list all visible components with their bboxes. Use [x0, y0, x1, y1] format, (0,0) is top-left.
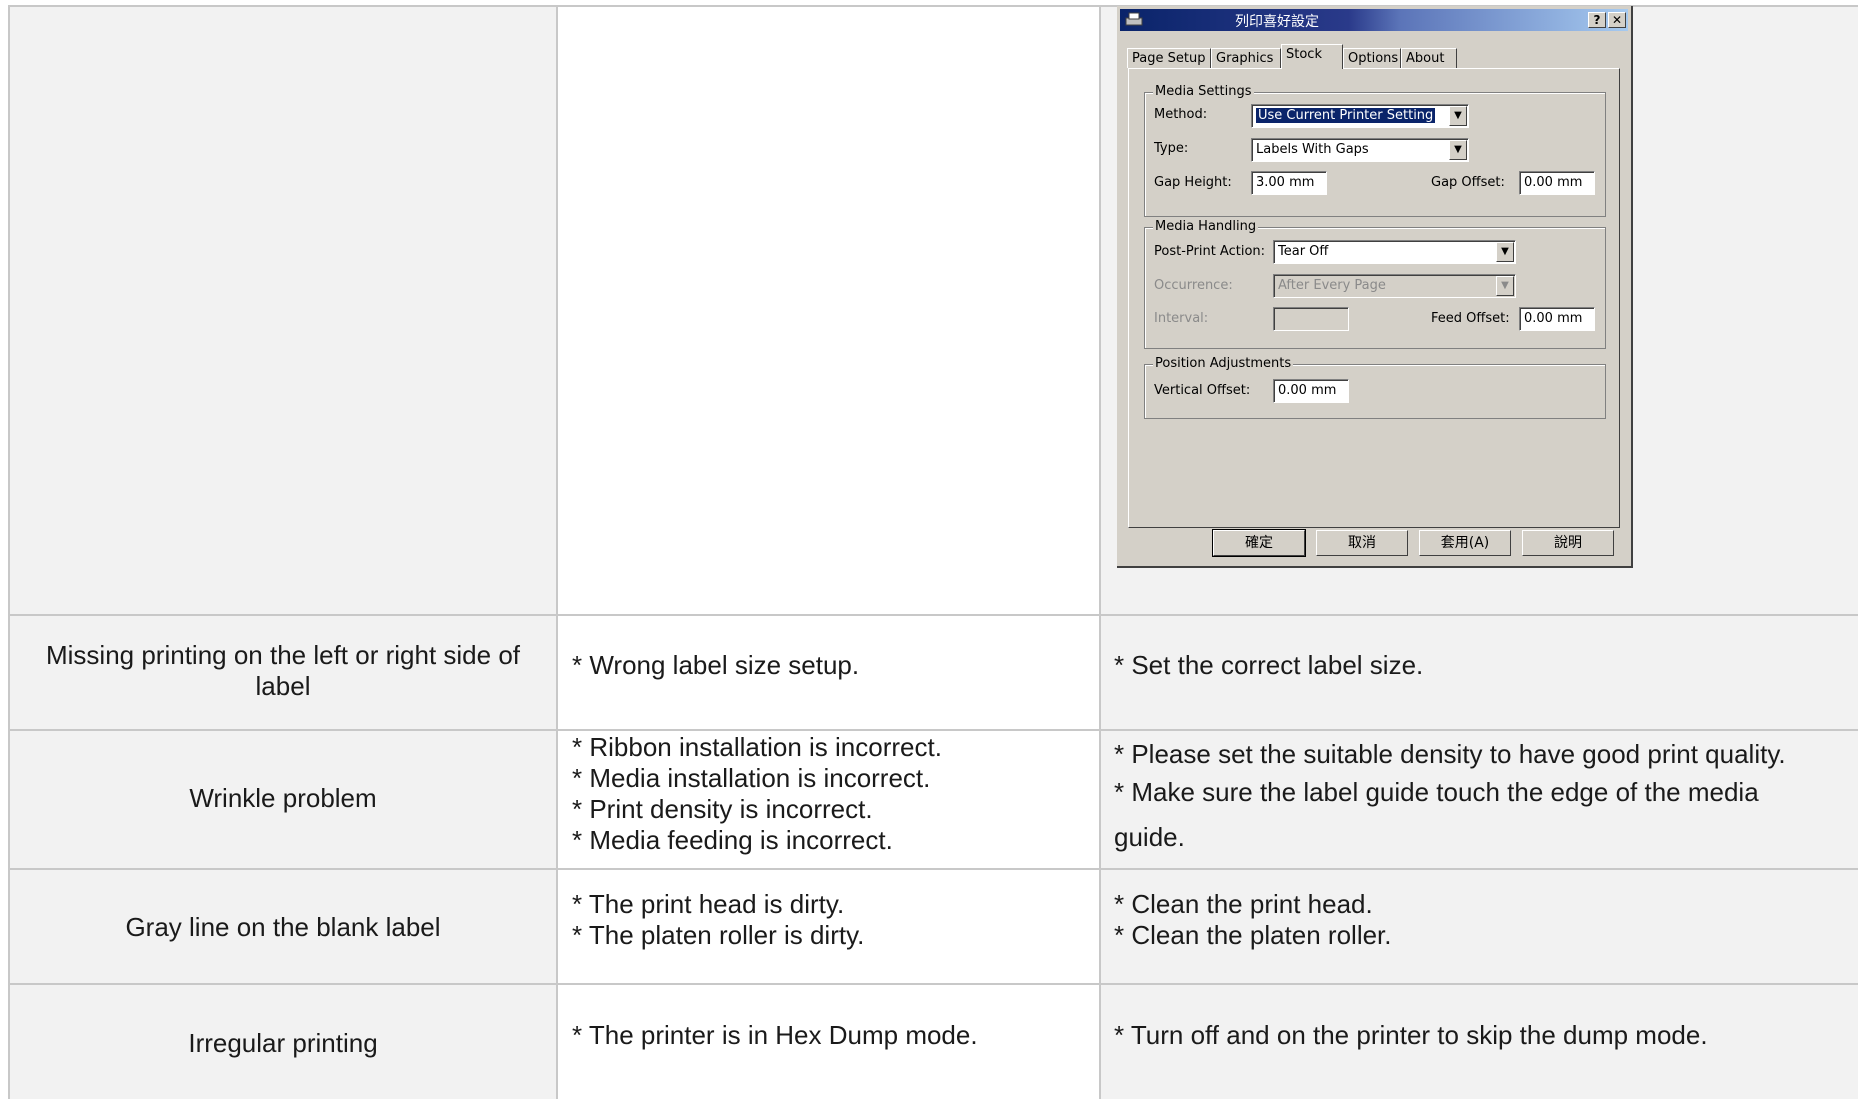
occurrence-value: After Every Page	[1278, 278, 1386, 293]
symptom-line: Irregular printing	[188, 1028, 378, 1058]
feed-offset-label: Feed Offset:	[1431, 311, 1510, 326]
col-divider	[1099, 5, 1101, 1099]
close-button[interactable]: ✕	[1608, 12, 1626, 28]
cause-line: * Wrong label size setup.	[572, 650, 860, 680]
solution-line: * Please set the suitable density to hav…	[1114, 739, 1786, 769]
cause-line: * Media feeding is incorrect.	[572, 825, 893, 855]
cause-line: * The printer is in Hex Dump mode.	[572, 1020, 978, 1050]
tab-about[interactable]: About	[1401, 48, 1457, 68]
printer-icon	[1125, 12, 1143, 26]
gap-height-label: Gap Height:	[1154, 175, 1232, 190]
gap-offset-label: Gap Offset:	[1431, 175, 1505, 190]
symptom-line: Gray line on the blank label	[125, 912, 441, 942]
table-row-symptom: Wrinkle problem	[9, 783, 557, 814]
symptom-line: Wrinkle problem	[189, 783, 377, 813]
table-row-solutions: * Set the correct label size.	[1114, 650, 1423, 681]
table-row-causes: * The printer is in Hex Dump mode.	[572, 1020, 978, 1051]
symptom-line: label	[255, 671, 311, 701]
table-row-solutions: * Please set the suitable density to hav…	[1114, 739, 1786, 860]
post-print-value: Tear Off	[1278, 244, 1329, 259]
table-row-solutions: * Turn off and on the printer to skip th…	[1114, 1020, 1708, 1051]
row-divider	[9, 868, 1858, 870]
gap-offset-field[interactable]: 0.00 mm	[1519, 171, 1595, 195]
dialog-title: 列印喜好設定	[1235, 14, 1319, 30]
dropdown-arrow-icon[interactable]: ▼	[1496, 242, 1514, 262]
method-select[interactable]: Use Current Printer Setting ▼	[1251, 104, 1469, 128]
tab-page-setup[interactable]: Page Setup	[1127, 48, 1211, 68]
dropdown-arrow-icon[interactable]: ▼	[1449, 106, 1467, 126]
row-divider	[9, 983, 1858, 985]
solution-line: * Turn off and on the printer to skip th…	[1114, 1020, 1708, 1050]
tab-options[interactable]: Options	[1343, 48, 1401, 68]
feed-offset-field[interactable]: 0.00 mm	[1519, 307, 1595, 331]
type-select[interactable]: Labels With Gaps ▼	[1251, 138, 1469, 162]
position-adjustments-group: Position Adjustments Vertical Offset: 0.…	[1144, 356, 1606, 419]
method-value: Use Current Printer Setting	[1256, 108, 1436, 123]
group-label: Media Settings	[1153, 84, 1254, 99]
cause-line: * The platen roller is dirty.	[572, 920, 865, 950]
method-label: Method:	[1154, 107, 1208, 122]
printing-preferences-dialog: 列印喜好設定 ? ✕ Page Setup Graphics Stock Opt…	[1117, 6, 1633, 568]
symptom-line: Missing printing on the left or right si…	[45, 640, 521, 670]
table-row-symptom: Irregular printing	[9, 1028, 557, 1059]
solution-line: guide.	[1114, 822, 1185, 852]
table-row-symptom: Gray line on the blank label	[9, 912, 557, 943]
vertical-offset-field[interactable]: 0.00 mm	[1273, 379, 1349, 403]
cause-line: * Print density is incorrect.	[572, 794, 873, 824]
vertical-offset-label: Vertical Offset:	[1154, 383, 1251, 398]
interval-label: Interval:	[1154, 311, 1209, 326]
tab-stock[interactable]: Stock	[1281, 44, 1343, 69]
gap-height-field[interactable]: 3.00 mm	[1251, 171, 1327, 195]
table-row-causes: * Ribbon installation is incorrect. * Me…	[572, 732, 942, 856]
help-button[interactable]: ?	[1588, 12, 1606, 28]
row-divider	[9, 614, 1858, 616]
table-row-solutions: * Clean the print head. * Clean the plat…	[1114, 889, 1392, 951]
apply-button[interactable]: 套用(A)	[1419, 530, 1511, 556]
solution-line: * Set the correct label size.	[1114, 650, 1424, 680]
tab-graphics[interactable]: Graphics	[1211, 48, 1281, 68]
type-value: Labels With Gaps	[1256, 142, 1369, 157]
cancel-button[interactable]: 取消	[1316, 530, 1408, 556]
dropdown-arrow-icon[interactable]: ▼	[1449, 140, 1467, 160]
ok-button[interactable]: 確定	[1212, 529, 1306, 557]
type-label: Type:	[1154, 141, 1189, 156]
dropdown-arrow-icon: ▼	[1496, 276, 1514, 296]
occurrence-select: After Every Page ▼	[1273, 274, 1516, 298]
post-print-select[interactable]: Tear Off ▼	[1273, 240, 1516, 264]
table-row-causes: * The print head is dirty. * The platen …	[572, 889, 864, 951]
table-row-causes: * Wrong label size setup.	[572, 650, 859, 681]
group-label: Media Handling	[1153, 219, 1259, 234]
dialog-titlebar: 列印喜好設定 ? ✕	[1120, 9, 1628, 31]
help-text-button[interactable]: 說明	[1522, 530, 1614, 556]
table-row-symptom: Missing printing on the left or right si…	[9, 640, 557, 702]
cause-line: * Ribbon installation is incorrect.	[572, 732, 942, 762]
solution-line: * Clean the platen roller.	[1114, 920, 1392, 950]
solution-line: * Make sure the label guide touch the ed…	[1114, 777, 1759, 807]
stock-panel: Media Settings Method: Use Current Print…	[1128, 68, 1620, 528]
interval-field	[1273, 307, 1349, 331]
group-label: Position Adjustments	[1153, 356, 1294, 371]
cause-line: * The print head is dirty.	[572, 889, 845, 919]
occurrence-label: Occurrence:	[1154, 278, 1233, 293]
media-settings-group: Media Settings Method: Use Current Print…	[1144, 84, 1606, 217]
cause-line: * Media installation is incorrect.	[572, 763, 931, 793]
media-handling-group: Media Handling Post-Print Action: Tear O…	[1144, 219, 1606, 349]
solution-line: * Clean the print head.	[1114, 889, 1373, 919]
post-print-label: Post-Print Action:	[1154, 244, 1266, 259]
row-divider	[9, 729, 1858, 731]
